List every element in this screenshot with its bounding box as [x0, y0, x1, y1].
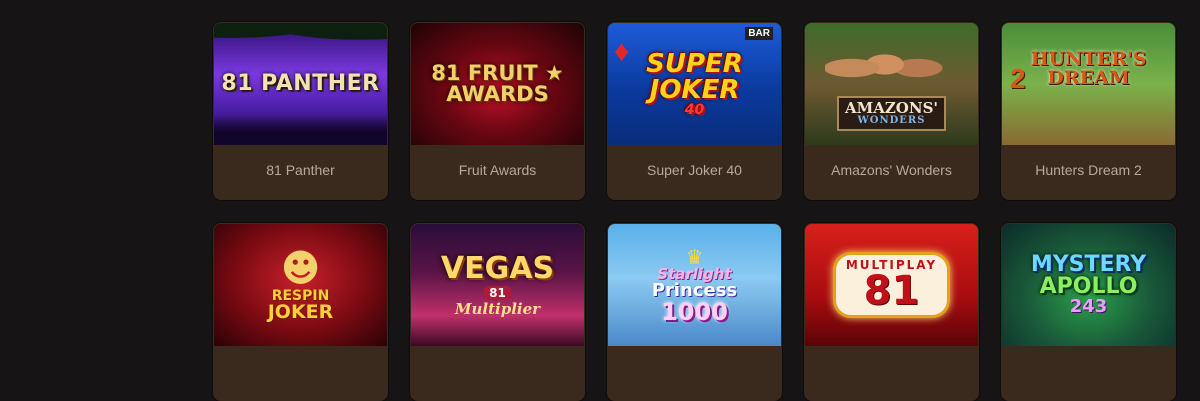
game-thumbnail[interactable]: ☻ RESPIN JOKER — [214, 224, 387, 346]
jester-icon: ♦ — [614, 35, 630, 68]
game-logo: 81 PANTHER — [221, 71, 380, 96]
game-card-hunters-dream-2[interactable]: 2 HUNTER'S DREAM Hunters Dream 2 — [1001, 22, 1176, 200]
game-thumbnail[interactable]: VEGAS 81 Multiplier — [411, 224, 584, 346]
game-title[interactable] — [213, 346, 388, 396]
game-title[interactable]: Super Joker 40 — [607, 145, 782, 195]
game-card-vegas-81-multiplier[interactable]: VEGAS 81 Multiplier — [410, 223, 585, 401]
game-title[interactable] — [607, 346, 782, 396]
game-logo: AMAZONS' WONDERS — [836, 95, 947, 131]
game-card-amazons-wonders[interactable]: AMAZONS' WONDERS Amazons' Wonders — [804, 22, 979, 200]
game-title[interactable]: 81 Panther — [213, 145, 388, 195]
game-thumbnail[interactable]: 81 PANTHER — [214, 23, 387, 145]
game-title[interactable] — [1001, 346, 1176, 396]
game-card-multiplay-81[interactable]: MULTIPLAY 81 — [804, 223, 979, 401]
game-thumbnail[interactable]: ♛ Starlight Princess 1000 — [608, 224, 781, 346]
game-card-mystery-apollo-243[interactable]: MYSTERY APOLLO 243 — [1001, 223, 1176, 401]
crown-icon: ♛ — [685, 244, 704, 269]
game-card-starlight-princess-1000[interactable]: ♛ Starlight Princess 1000 — [607, 223, 782, 401]
game-thumbnail[interactable]: 2 HUNTER'S DREAM — [1002, 23, 1175, 145]
game-title[interactable]: Fruit Awards — [410, 145, 585, 195]
game-title[interactable]: Amazons' Wonders — [804, 145, 979, 195]
sequel-number: 2 — [1010, 63, 1026, 94]
game-grid: 81 PANTHER 81 Panther 81 FRUIT ★ AWARDS … — [213, 22, 1176, 401]
joker-mask-icon: ☻ — [280, 245, 321, 290]
game-logo: SUPER JOKER 40 — [646, 49, 743, 118]
game-title[interactable] — [410, 346, 585, 396]
game-card-super-joker-40[interactable]: ♦ BAR SUPER JOKER 40 Super Joker 40 — [607, 22, 782, 200]
game-thumbnail[interactable]: MULTIPLAY 81 — [805, 224, 978, 346]
game-card-fruit-awards[interactable]: 81 FRUIT ★ AWARDS Fruit Awards — [410, 22, 585, 200]
game-title[interactable] — [804, 346, 979, 396]
game-logo: 81 FRUIT ★ AWARDS — [431, 61, 564, 106]
game-logo: MULTIPLAY 81 — [832, 252, 951, 318]
game-logo: HUNTER'S DREAM — [1030, 48, 1147, 89]
game-logo: ☻ RESPIN JOKER — [267, 245, 334, 323]
game-card-81-panther[interactable]: 81 PANTHER 81 Panther — [213, 22, 388, 200]
game-title[interactable]: Hunters Dream 2 — [1001, 145, 1176, 195]
jungle-leaves-decoration — [214, 23, 387, 49]
game-thumbnail[interactable]: AMAZONS' WONDERS — [805, 23, 978, 145]
game-thumbnail[interactable]: MYSTERY APOLLO 243 — [1002, 224, 1175, 346]
bar-symbol-badge: BAR — [745, 27, 773, 40]
game-thumbnail[interactable]: 81 FRUIT ★ AWARDS — [411, 23, 584, 145]
game-logo: MYSTERY APOLLO 243 — [1030, 252, 1147, 317]
game-card-respin-joker[interactable]: ☻ RESPIN JOKER — [213, 223, 388, 401]
ground-decoration — [214, 115, 387, 145]
warrior-figures-illustration — [825, 33, 958, 103]
game-thumbnail[interactable]: ♦ BAR SUPER JOKER 40 — [608, 23, 781, 145]
game-logo: ♛ Starlight Princess 1000 — [651, 244, 738, 326]
game-logo: VEGAS 81 Multiplier — [440, 250, 555, 318]
